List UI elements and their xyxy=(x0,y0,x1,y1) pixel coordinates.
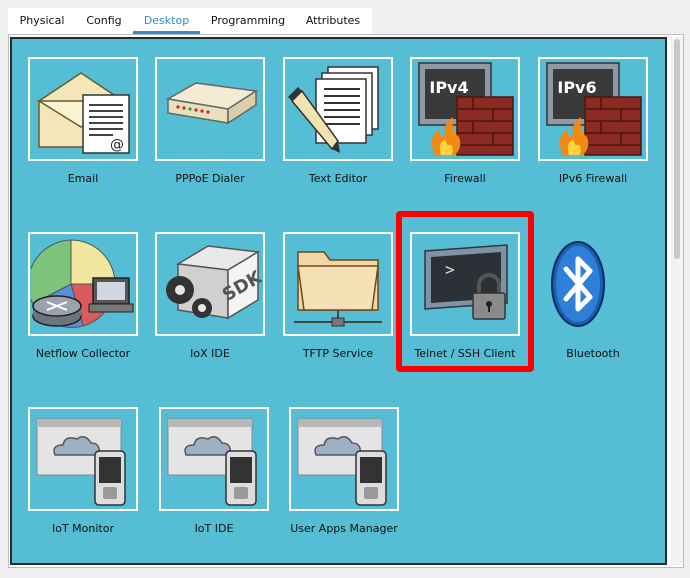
vertical-scrollbar[interactable] xyxy=(671,37,683,565)
iot-ide-label[interactable]: IoT IDE xyxy=(139,522,289,535)
tab-programming[interactable]: Programming xyxy=(206,8,290,32)
iot-monitor-label[interactable]: IoT Monitor xyxy=(8,522,158,535)
user-apps-manager-app-button[interactable] xyxy=(289,407,399,511)
tab-attributes[interactable]: Attributes xyxy=(298,8,368,32)
telnet-ssh-client-icon: > xyxy=(424,244,508,320)
bluetooth-label[interactable]: Bluetooth xyxy=(518,347,668,360)
svg-text:>: > xyxy=(445,260,455,279)
user-apps-manager-label[interactable]: User Apps Manager xyxy=(269,522,419,535)
iot-ide-icon xyxy=(167,418,257,506)
netflow-collector-app-button[interactable] xyxy=(28,232,138,336)
svg-text:@: @ xyxy=(110,137,124,153)
svg-text:IPv6: IPv6 xyxy=(557,78,596,97)
bluetooth-app-button[interactable] xyxy=(538,232,648,336)
svg-text:IPv4: IPv4 xyxy=(429,78,468,97)
ipv6-firewall-label[interactable]: IPv6 Firewall xyxy=(518,172,668,185)
desktop-area: @ Email PPPoE Dialer Text Editor IPv4 Fi… xyxy=(10,37,667,565)
tftp-service-icon xyxy=(294,251,382,327)
iot-monitor-app-button[interactable] xyxy=(28,407,138,511)
iox-ide-icon: SDK xyxy=(166,245,262,320)
pppoe-dialer-icon xyxy=(165,82,259,125)
tab-desktop[interactable]: Desktop xyxy=(133,8,200,34)
email-app-button[interactable]: @ xyxy=(28,57,138,161)
tab-config[interactable]: Config xyxy=(78,8,130,32)
iot-ide-app-button[interactable] xyxy=(159,407,269,511)
text-editor-app-button[interactable] xyxy=(283,57,393,161)
tab-physical[interactable]: Physical xyxy=(12,8,72,32)
iot-monitor-icon xyxy=(36,418,126,506)
ipv6-firewall-app-button[interactable]: IPv6 xyxy=(538,57,648,161)
iox-ide-app-button[interactable]: SDK xyxy=(155,232,265,336)
text-editor-icon xyxy=(288,66,379,153)
pppoe-dialer-app-button[interactable] xyxy=(155,57,265,161)
telnet-ssh-client-app-button[interactable]: > xyxy=(410,232,520,336)
firewall-app-button[interactable]: IPv4 xyxy=(410,57,520,161)
email-icon: @ xyxy=(36,72,130,154)
tab-bar: Physical Config Desktop Programming Attr… xyxy=(8,8,372,34)
firewall-icon: IPv4 xyxy=(418,62,514,156)
netflow-collector-icon xyxy=(31,239,134,328)
tftp-service-app-button[interactable] xyxy=(283,232,393,336)
user-apps-manager-icon xyxy=(297,418,387,506)
scrollbar-thumb[interactable] xyxy=(674,39,680,259)
ipv6-firewall-icon: IPv6 xyxy=(546,62,642,156)
bluetooth-icon xyxy=(551,241,605,327)
